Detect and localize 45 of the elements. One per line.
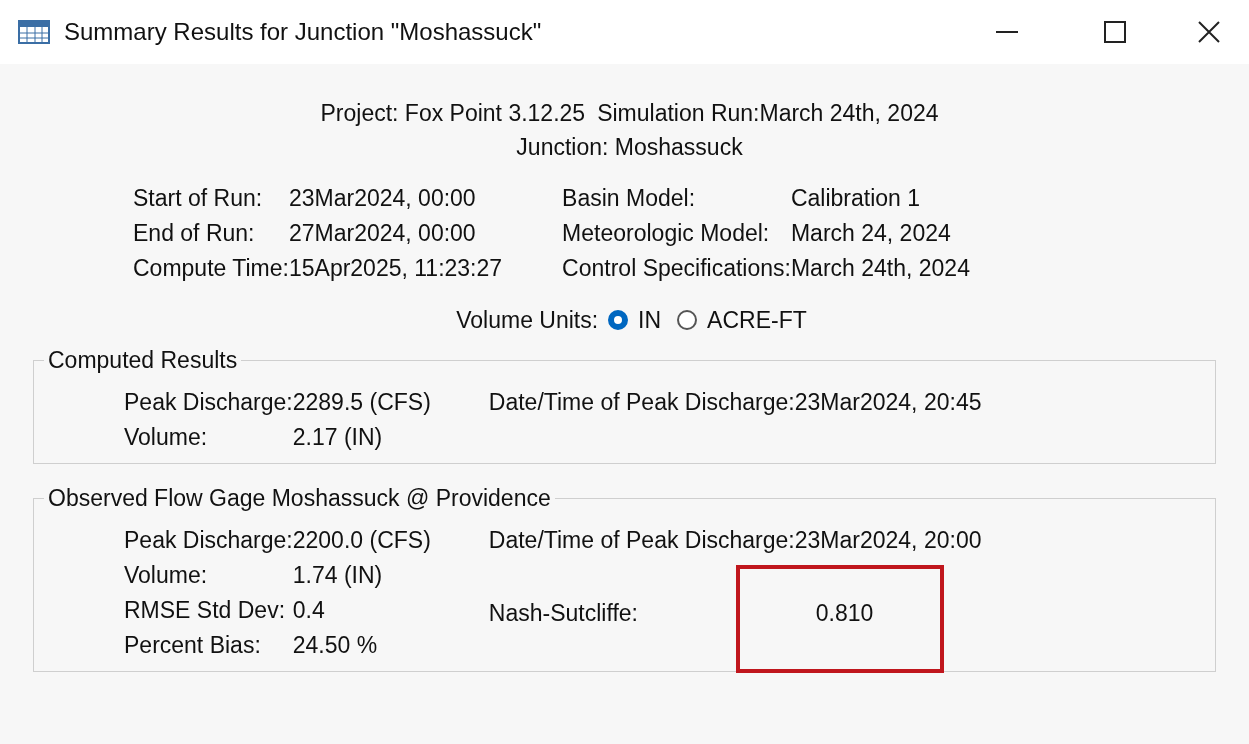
field-label: Volume: xyxy=(124,561,209,590)
field-value: 27Mar2024, 00:00 xyxy=(288,220,476,246)
group-title: Observed Flow Gage Moshassuck @ Providence xyxy=(47,484,552,513)
field-value: 2200.0 (CFS) xyxy=(292,527,431,553)
radio-button[interactable] xyxy=(608,310,629,330)
field-label: End of Run: xyxy=(133,219,256,248)
radio-option[interactable]: ACRE-FT xyxy=(677,304,807,336)
field-label: Date/Time of Peak Discharge: xyxy=(488,526,795,555)
window-title: Summary Results for Junction "Moshassuck" xyxy=(64,17,542,47)
minimize-icon xyxy=(996,31,1018,33)
field-label: Peak Discharge: xyxy=(124,526,293,555)
field-value: 0.810 xyxy=(814,599,875,628)
project-label: Project: Fox Point 3.12.25 xyxy=(320,99,586,128)
field-label: Start of Run: xyxy=(133,184,264,213)
field-value: 2289.5 (CFS) xyxy=(292,389,431,415)
table-icon xyxy=(18,20,50,44)
field-value: 24.50 % xyxy=(292,632,378,658)
field-value: 23Mar2024, 00:00 xyxy=(288,185,476,211)
field-label: RMSE Std Dev: xyxy=(124,596,287,625)
field-value: 0.4 xyxy=(292,597,325,623)
field-value: 1.74 (IN) xyxy=(292,562,383,588)
field-label: Nash-Sutcliffe: xyxy=(488,599,639,628)
group-title: Computed Results xyxy=(47,346,239,375)
radio-button[interactable] xyxy=(677,310,698,330)
junction-label: Junction: Moshassuck xyxy=(516,133,743,162)
field-value: 23Mar2024, 20:45 xyxy=(794,388,982,417)
field-value: March 24, 2024 xyxy=(790,220,951,246)
field-label: Volume: xyxy=(124,423,209,452)
volume-units-label: Volume Units: xyxy=(456,306,599,335)
field-label: Date/Time of Peak Discharge: xyxy=(488,388,795,417)
field-label: Compute Time: xyxy=(133,254,289,283)
field-value: March 24th, 2024 xyxy=(790,255,970,281)
simulation-run-label: Simulation Run:March 24th, 2024 xyxy=(597,99,939,128)
field-label: Peak Discharge: xyxy=(124,388,293,417)
field-label: Control Specifications: xyxy=(562,254,791,283)
field-value: 2.17 (IN) xyxy=(292,424,383,450)
field-label: Basin Model: xyxy=(562,184,697,213)
field-value: 15Apr2025, 11:23:27 xyxy=(288,255,503,281)
radio-option[interactable]: IN xyxy=(608,304,662,336)
maximize-icon xyxy=(1104,21,1126,43)
field-value: 23Mar2024, 20:00 xyxy=(794,526,982,555)
field-label: Meteorologic Model: xyxy=(562,219,771,248)
field-value: Calibration 1 xyxy=(790,185,921,211)
close-icon xyxy=(1198,21,1220,43)
field-label: Percent Bias: xyxy=(124,631,262,660)
